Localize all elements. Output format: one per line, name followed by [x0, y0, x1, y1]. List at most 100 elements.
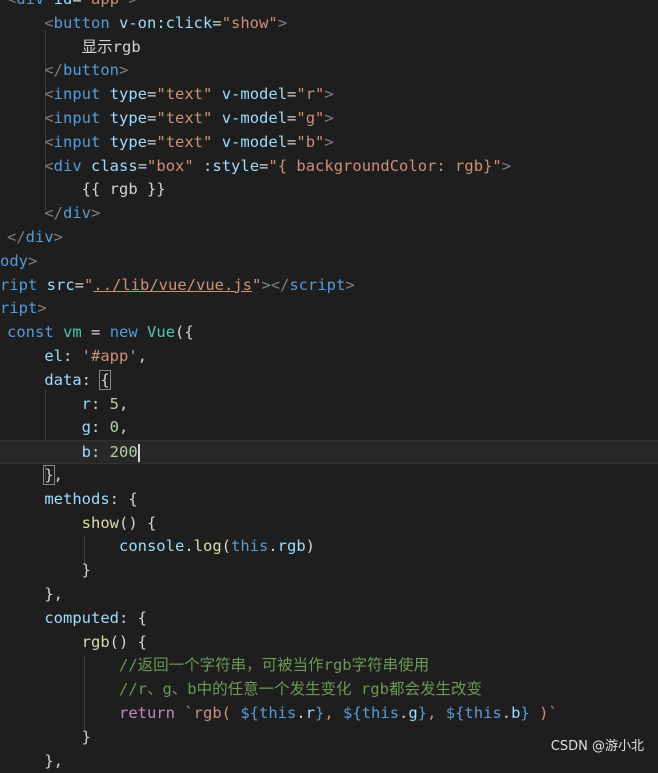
code-line[interactable]: //返回一个字符串，可被当作rgb字符串使用 [0, 654, 658, 678]
code-line[interactable]: return `rgb( ${this.r}, ${this.g}, ${thi… [0, 702, 658, 726]
code-line[interactable]: </button> [0, 59, 658, 83]
code-token: ody [0, 251, 28, 270]
code-token: `rgb( [184, 704, 241, 722]
code-token: const [7, 323, 54, 342]
code-line[interactable]: ody> [0, 250, 658, 274]
code-token: </ [44, 61, 63, 80]
code-token: //返回一个字符串，可被当作rgb字符串使用 [118, 656, 430, 675]
code-token: r [81, 394, 91, 413]
code-token: this [361, 704, 400, 722]
code-token: :style [203, 156, 260, 175]
code-line[interactable]: g: 0, [0, 416, 658, 440]
code-token: > [128, 0, 137, 8]
code-token: ({ [175, 323, 194, 342]
code-line[interactable]: 显示rgb [0, 36, 658, 60]
code-line[interactable]: data: { [0, 369, 658, 393]
code-line[interactable]: }, [0, 583, 658, 607]
code-token: //r、g、b中的任意一个发生变化 rgb都会发生改变 [118, 680, 482, 699]
code-line[interactable]: <button v-on:click="show"> [0, 12, 658, 36]
code-token: > [324, 85, 334, 104]
code-token: button [53, 13, 110, 32]
code-editor[interactable]: <div id="app"> <button v-on:click="show"… [0, 0, 658, 770]
code-token: ript [0, 299, 38, 318]
code-token: > [324, 109, 334, 127]
code-token: = [72, 0, 81, 8]
code-token: this [231, 537, 269, 556]
code-token: < [44, 109, 54, 127]
code-token: v-on:click [119, 13, 213, 32]
code-token: v-model [221, 109, 288, 127]
code-line[interactable]: rgb() { [0, 631, 658, 655]
code-token: id [54, 0, 73, 8]
code-token: v-model [221, 132, 288, 151]
code-line[interactable]: <div class="box" :style="{ backgroundCol… [0, 155, 658, 179]
code-line[interactable]: </div> [0, 226, 658, 250]
code-token: 显示rgb [7, 37, 141, 56]
code-line[interactable]: {{ rgb }} [0, 178, 658, 202]
code-token: = [147, 132, 157, 151]
code-line[interactable]: }, [0, 464, 658, 488]
code-token: () { [118, 513, 157, 532]
code-line[interactable]: ript src="../lib/vue/vue.js"></script> [0, 274, 658, 298]
code-line[interactable]: } [0, 559, 658, 583]
code-line[interactable]: ript> [0, 297, 658, 321]
code-token: > [501, 156, 512, 175]
code-token: ></ [261, 275, 290, 294]
code-token: v-model [221, 85, 288, 104]
code-token: = [287, 85, 297, 104]
code-token: class [91, 156, 138, 175]
code-token: </ [7, 228, 26, 246]
code-token: type [109, 109, 148, 127]
code-line[interactable]: r: 5, [0, 393, 658, 417]
code-token: = [287, 132, 297, 151]
code-line[interactable]: methods: { [0, 488, 658, 512]
code-line[interactable]: show() { [0, 512, 658, 536]
code-token: . [268, 537, 278, 556]
code-token: " [252, 275, 262, 294]
code-token: < [44, 132, 54, 151]
code-line[interactable]: </div> [0, 202, 658, 226]
code-token: : [91, 394, 110, 413]
code-token: "b" [296, 132, 325, 151]
code-line[interactable]: b: 200 [0, 440, 658, 464]
code-token: ( [221, 537, 231, 556]
code-token: console [118, 537, 185, 556]
code-token: > [277, 13, 288, 32]
code-token: : { [118, 608, 147, 627]
code-line[interactable]: //r、g、b中的任意一个发生变化 rgb都会发生改变 [0, 678, 658, 702]
code-line[interactable]: computed: { [0, 607, 658, 631]
code-line[interactable]: <div id="app"> [0, 0, 658, 12]
code-token: }, [44, 751, 63, 770]
matched-bracket: { [99, 369, 111, 390]
code-token: : [91, 418, 110, 437]
code-line[interactable]: console.log(this.rgb) [0, 535, 658, 559]
code-token: return [118, 704, 175, 722]
matched-bracket: } [43, 465, 55, 485]
code-token: data [44, 370, 82, 389]
code-token: > [345, 275, 355, 294]
code-line[interactable]: <input type="text" v-model="b"> [0, 131, 658, 155]
text-cursor [137, 443, 140, 462]
code-line[interactable]: <input type="text" v-model="r"> [0, 83, 658, 107]
code-line[interactable]: const vm = new Vue({ [0, 321, 658, 345]
code-token: : [63, 347, 82, 365]
code-token: : { [109, 489, 138, 508]
code-token: < [44, 13, 54, 32]
code-line[interactable]: <input type="text" v-model="g"> [0, 107, 658, 131]
code-token: this [259, 704, 297, 722]
code-line[interactable]: el: '#app', [0, 345, 658, 369]
code-token: div [25, 228, 54, 246]
